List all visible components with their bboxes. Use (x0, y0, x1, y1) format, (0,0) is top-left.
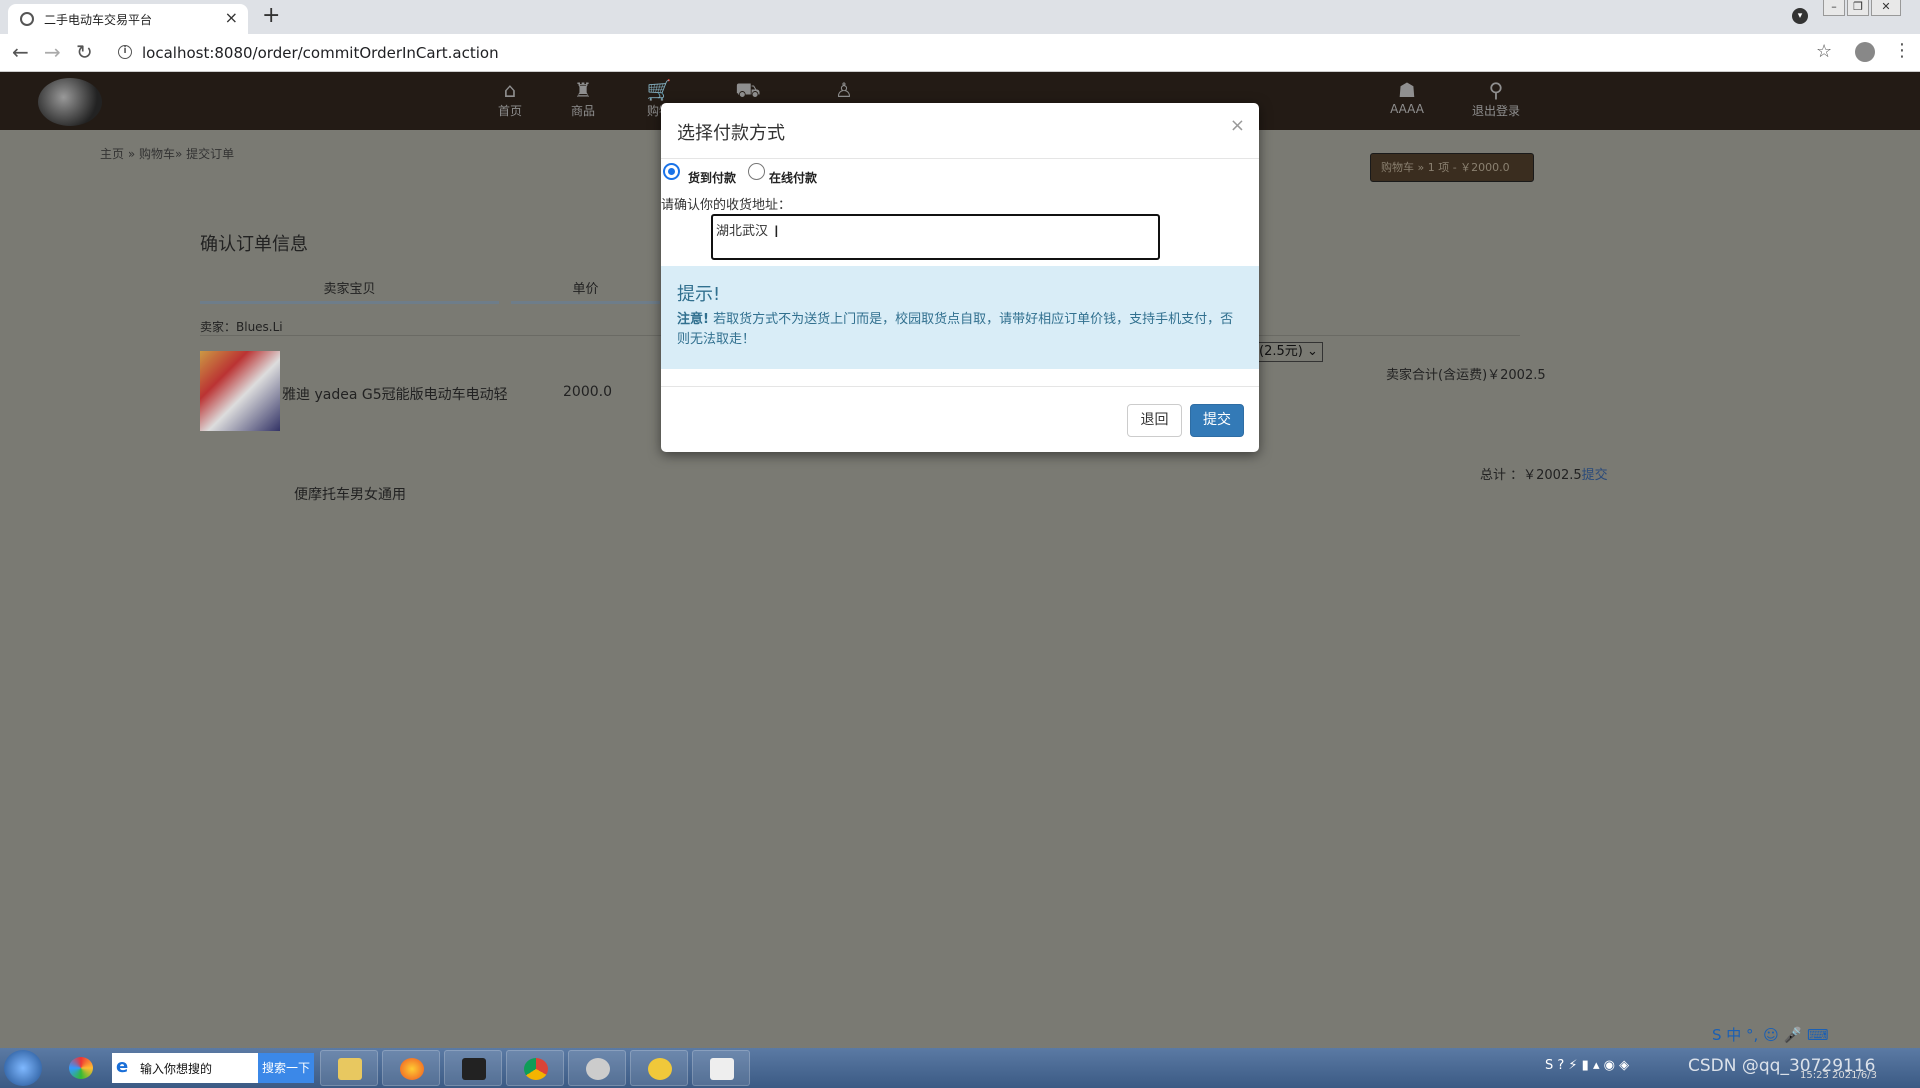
intellij-icon (462, 1058, 486, 1080)
radio-cod[interactable] (663, 163, 680, 180)
close-icon[interactable]: × (1230, 115, 1245, 136)
site-info-icon[interactable]: i (118, 45, 132, 59)
radio-cod-label[interactable]: 货到付款 (688, 169, 736, 186)
nav-register[interactable]: ♙ (814, 78, 874, 102)
nav-user-label: AAAA (1390, 102, 1424, 116)
taskbar-search-button[interactable]: 搜索一下 (258, 1053, 314, 1083)
product-name-continued[interactable]: 便摩托车男女通用 (294, 484, 406, 504)
back-button[interactable]: ← (12, 40, 29, 64)
minimize-button[interactable]: – (1823, 0, 1845, 16)
cart-summary-button[interactable]: 购物车 » 1 项 - ￥2000.0 (1370, 153, 1534, 182)
tab-close-icon[interactable]: × (225, 8, 238, 27)
taskbar-app-avatar[interactable] (568, 1050, 626, 1086)
pin-icon: ⚲ (1488, 78, 1504, 102)
info-alert: 提示! 注意! 若取货方式不为送货上门而是，校园取货点自取，请带好相应订单价钱，… (661, 266, 1259, 369)
alert-title: 提示! (677, 284, 721, 305)
clock-time: 15:23 (1800, 1070, 1829, 1081)
restore-button[interactable]: ❐ (1847, 0, 1869, 16)
address-label: 请确认你的收货地址： (661, 198, 792, 213)
ie-icon: e (116, 1056, 129, 1077)
nav-home-label: 首页 (497, 104, 522, 118)
taskbar-app-yellow[interactable] (630, 1050, 688, 1086)
submit-button[interactable]: 提交 (1190, 404, 1244, 437)
start-button[interactable] (4, 1050, 42, 1086)
user-add-icon: ♙ (835, 78, 853, 102)
taskbar-search-placeholder: 输入你想搜的 (140, 1062, 213, 1076)
text-cursor-icon: I (774, 222, 779, 241)
modal-header-divider (661, 158, 1259, 159)
radio-online[interactable] (748, 163, 765, 180)
nav-home[interactable]: ⌂ 首页 (480, 78, 540, 119)
grand-total: 总计 ：￥2002.5提交 (1480, 464, 1608, 483)
taskbar-clock[interactable]: 15:23 2021/6/3 (1800, 1070, 1877, 1081)
app-avatar-icon (586, 1058, 610, 1080)
tab-search-icon[interactable]: ▾ (1792, 8, 1808, 24)
grand-total-value: 总计 ：￥2002.5 (1480, 468, 1582, 483)
nav-products[interactable]: ♜ 商品 (553, 78, 613, 119)
nav-logout[interactable]: ⚲ 退出登录 (1466, 78, 1526, 119)
shipping-select[interactable]: (2.5元) ⌄ (1256, 342, 1323, 362)
folder-icon (338, 1058, 362, 1080)
nav-user[interactable]: ☗ AAAA (1377, 78, 1437, 116)
browser-menu-icon[interactable]: ⋮ (1893, 40, 1911, 61)
seller-total: 卖家合计(含运费)￥2002.5 (1386, 368, 1546, 383)
browser-tab-bar: 二手电动车交易平台 × + ▾ – ❐ ✕ (0, 0, 1920, 34)
app-tool-icon (710, 1058, 734, 1080)
address-value: 湖北武汉 (716, 224, 769, 239)
taskbar-explorer[interactable] (320, 1050, 378, 1086)
payment-modal: 选择付款方式 × 货到付款 在线付款 请确认你的收货地址： 湖北武汉 I 提示!… (661, 103, 1259, 452)
browser-tab[interactable]: 二手电动车交易平台 × (8, 4, 248, 34)
taskbar-app-1[interactable] (52, 1050, 108, 1086)
windows-taskbar: e 输入你想搜的 搜索一下 S ? ⚡ ▮ ▴ ◉ ◈ CSDN @qq_307… (0, 1048, 1920, 1088)
profile-avatar[interactable] (1855, 42, 1875, 62)
modal-footer-divider (661, 386, 1259, 387)
url-field[interactable]: localhost:8080/order/commitOrderInCart.a… (142, 44, 499, 62)
cart-icon: 🛒 (646, 78, 672, 102)
tab-title: 二手电动车交易平台 (44, 13, 153, 27)
alert-body: 注意! 若取货方式不为送货上门而是，校园取货点自取，请带好相应订单价钱，支持手机… (677, 310, 1237, 350)
modal-title: 选择付款方式 (677, 123, 785, 144)
column-header-seller-item: 卖家宝贝 (200, 278, 499, 304)
nav-products-label: 商品 (570, 104, 595, 118)
product-image[interactable] (200, 351, 280, 431)
shipping-select-value: (2.5元) (1259, 344, 1303, 359)
nav-logout-label: 退出登录 (1471, 104, 1520, 118)
back-button[interactable]: 退回 (1127, 404, 1182, 437)
grand-total-submit-link[interactable]: 提交 (1582, 468, 1608, 483)
seller-line: 卖家：Blues.Li (200, 320, 283, 334)
breadcrumb[interactable]: 主页 » 购物车» 提交订单 (100, 145, 234, 162)
taskbar-search-input[interactable]: e 输入你想搜的 (112, 1053, 258, 1083)
site-logo[interactable] (38, 78, 102, 126)
page-title: 确认订单信息 (200, 234, 308, 255)
taskbar-chrome[interactable] (506, 1050, 564, 1086)
system-tray-icons[interactable]: S ? ⚡ ▮ ▴ ◉ ◈ (1545, 1058, 1675, 1078)
user-icon: ☗ (1398, 78, 1416, 102)
alert-text: 若取货方式不为送货上门而是，校园取货点自取，请带好相应订单价钱，支持手机支付，否… (677, 312, 1234, 347)
column-header-price: 单价 (511, 278, 660, 304)
taskbar-firefox[interactable] (382, 1050, 440, 1086)
clock-date: 2021/6/3 (1832, 1070, 1877, 1081)
basket-icon: ♜ (574, 78, 592, 102)
product-name[interactable]: 雅迪 yadea G5冠能版电动车电动轻 (282, 384, 508, 404)
alert-strong: 注意! (677, 312, 709, 327)
app-colorful-icon (69, 1057, 93, 1079)
taskbar-intellij[interactable] (444, 1050, 502, 1086)
nav-orders[interactable]: ⛟ (718, 78, 778, 102)
close-window-button[interactable]: ✕ (1871, 0, 1901, 16)
firefox-icon (400, 1058, 424, 1080)
radio-online-label[interactable]: 在线付款 (769, 169, 817, 186)
new-tab-button[interactable]: + (262, 3, 280, 28)
globe-icon (20, 12, 34, 26)
forward-button[interactable]: → (44, 40, 61, 64)
taskbar-app-tool[interactable] (692, 1050, 750, 1086)
reload-button[interactable]: ↻ (76, 40, 93, 64)
chrome-icon (524, 1058, 548, 1080)
bookmark-star-icon[interactable]: ☆ (1816, 41, 1832, 62)
app-yellow-icon (648, 1058, 672, 1080)
truck-icon: ⛟ (735, 78, 761, 102)
home-icon: ⌂ (503, 78, 517, 102)
ime-toolbar[interactable]: S 中 °, ☺ 🎤 ⌨ (1712, 1024, 1920, 1048)
product-price: 2000.0 (563, 384, 612, 400)
address-bar: ← → ↻ i localhost:8080/order/commitOrder… (0, 34, 1920, 72)
